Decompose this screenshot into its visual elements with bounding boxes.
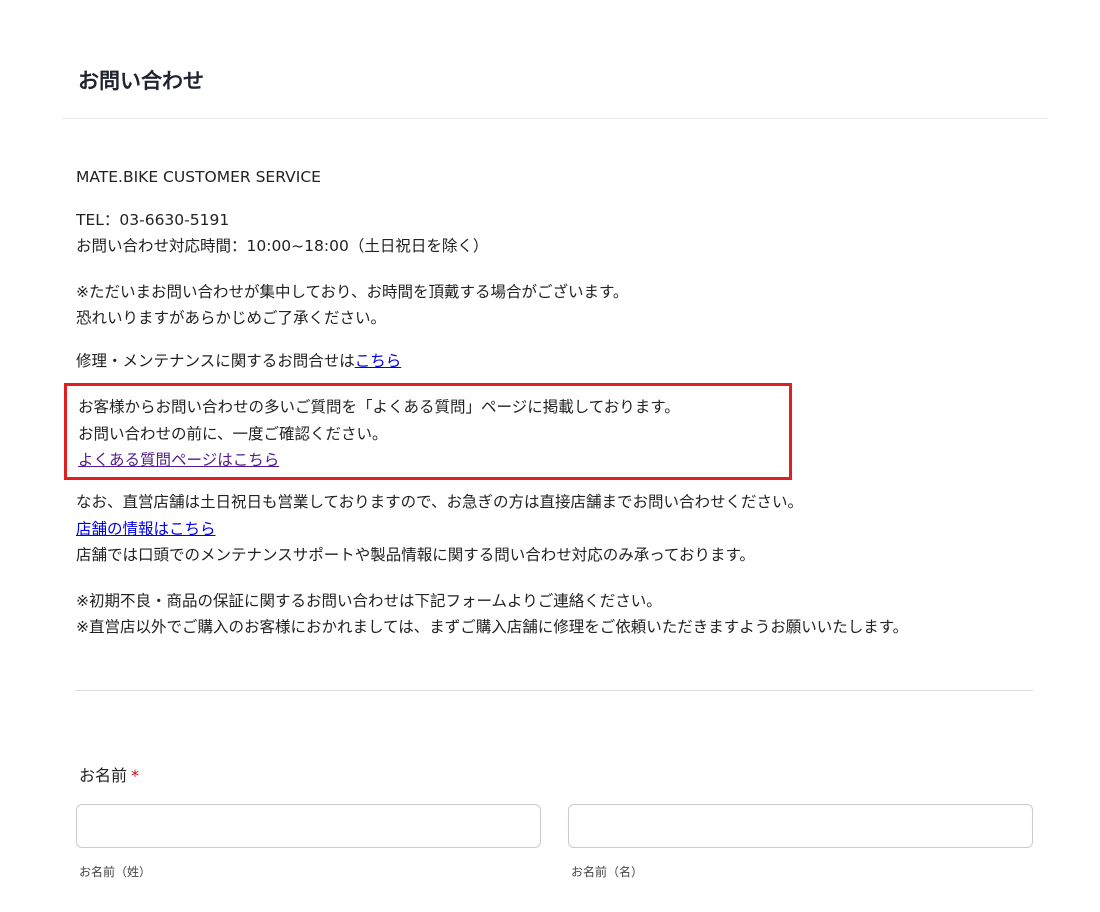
company-name: MATE.BIKE CUSTOMER SERVICE <box>76 168 321 186</box>
last-name-input[interactable] <box>76 804 541 848</box>
repair-inquiry-link[interactable]: こちら <box>355 352 402 370</box>
name-field-label: お名前 * <box>79 765 139 787</box>
stores-line-2: 店舗では口頭でのメンテナンスサポートや製品情報に関する問い合わせ対応のみ承ってお… <box>76 546 755 564</box>
required-mark: * <box>131 766 140 785</box>
faq-link-line: よくある質問ページはこちら <box>78 449 279 471</box>
stores-line-1: なお、直営店舗は土日祝日も営業しておりますので、お急ぎの方は直接店舗までお問い合… <box>76 493 803 511</box>
faq-line-1: お客様からお問い合わせの多いご質問を「よくある質問」ページに掲載しております。 <box>78 398 680 416</box>
notice-line-1: ※ただいまお問い合わせが集中しており、お時間を頂戴する場合がございます。 <box>76 283 629 301</box>
repair-inquiry-label: 修理・メンテナンスに関するお問合せは <box>76 352 355 370</box>
repair-inquiry-text: 修理・メンテナンスに関するお問合せはこちら <box>76 350 401 372</box>
notes-line-1: ※初期不良・商品の保証に関するお問い合わせは下記フォームよりご連絡ください。 <box>76 592 662 610</box>
store-info-link[interactable]: 店舗の情報はこちら <box>76 520 216 538</box>
last-name-sub-label: お名前（姓） <box>79 865 152 879</box>
first-name-input[interactable] <box>568 804 1033 848</box>
first-name-sub-label: お名前（名） <box>571 865 644 879</box>
notes-line-2: ※直営店以外でご購入のお客様におかれましては、まずご購入店舗に修理をご依頼いただ… <box>76 618 909 636</box>
section-divider <box>76 690 1033 691</box>
tel-number: TEL：03-6630-5191 <box>76 211 230 229</box>
store-info-link-line: 店舗の情報はこちら <box>76 518 216 540</box>
notice-line-2: 恐れいりますがあらかじめご了承ください。 <box>76 309 387 327</box>
faq-line-2: お問い合わせの前に、一度ご確認ください。 <box>78 425 388 443</box>
page-title: お問い合わせ <box>78 69 204 93</box>
title-divider <box>62 118 1048 119</box>
support-hours: お問い合わせ対応時間：10:00~18:00（土日祝日を除く） <box>76 237 489 255</box>
faq-highlight-box: お客様からお問い合わせの多いご質問を「よくある質問」ページに掲載しております。 … <box>64 383 792 480</box>
name-label-text: お名前 <box>79 766 128 785</box>
faq-page-link[interactable]: よくある質問ページはこちら <box>78 451 279 469</box>
